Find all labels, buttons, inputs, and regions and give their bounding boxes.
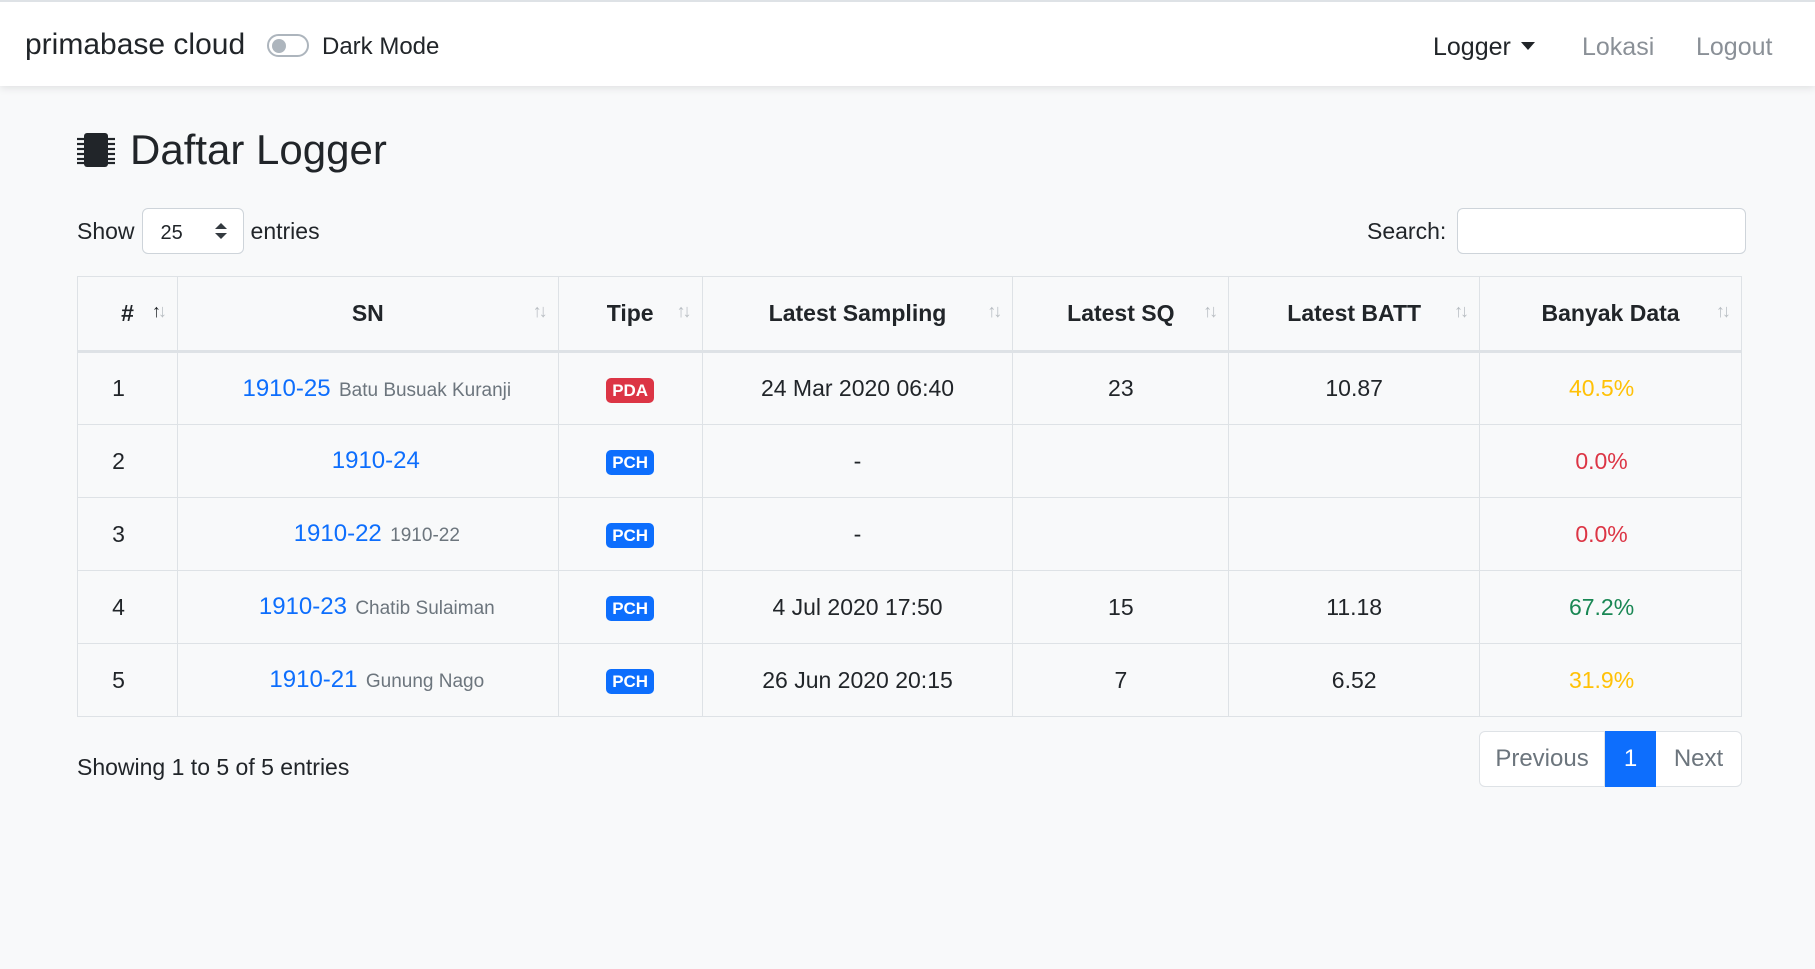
latest-batt — [1228, 497, 1481, 571]
row-number: 5 — [77, 643, 178, 717]
banyak-data-pct: 0.0% — [1479, 497, 1742, 571]
pagination: Previous 1 Next — [1479, 731, 1742, 787]
latest-sq: 7 — [1012, 643, 1230, 717]
sort-icon: ↑↓ — [1454, 301, 1469, 321]
column-header-tipe[interactable]: Tipe ↑↓ — [557, 276, 703, 353]
toggle-knob — [272, 39, 286, 53]
sn-cell: 1910-25 Batu Busuak Kuranji — [176, 351, 559, 425]
tipe-cell: PCH — [557, 424, 703, 498]
nav-logger-dropdown[interactable]: Logger — [1433, 33, 1535, 62]
nav-logout[interactable]: Logout — [1696, 33, 1772, 62]
table-row: 2 1910-24 PCH - 0.0% — [77, 424, 1742, 498]
page-title: Daftar Logger — [76, 124, 387, 176]
table-row: 3 1910-22 1910-22 PCH - 0.0% — [77, 497, 1742, 571]
latest-batt: 10.87 — [1228, 351, 1481, 425]
previous-page-button[interactable]: Previous — [1479, 731, 1605, 787]
sort-icon: ↑↓ — [532, 301, 548, 321]
row-number: 2 — [77, 424, 178, 498]
column-header-banyak-data[interactable]: Banyak Data ↑↓ — [1479, 276, 1742, 353]
tipe-cell: PDA — [557, 351, 703, 425]
tipe-cell: PCH — [557, 497, 703, 571]
latest-sampling: - — [701, 424, 1014, 498]
column-header-latest-sampling[interactable]: Latest Sampling ↑↓ — [701, 276, 1014, 353]
entries-per-page-select[interactable]: 25 — [141, 208, 244, 254]
tipe-badge: PDA — [606, 377, 655, 403]
table-body: 1 1910-25 Batu Busuak Kuranji PDA 24 Mar… — [77, 351, 1742, 717]
location-text: 1910-22 — [390, 525, 460, 546]
sn-link[interactable]: 1910-24 — [332, 447, 420, 474]
sn-link[interactable]: 1910-25 — [242, 375, 330, 402]
row-number: 4 — [77, 570, 178, 644]
sort-icon: ↑↓ — [1203, 301, 1218, 321]
tipe-badge: PCH — [606, 669, 655, 694]
location-text: Batu Busuak Kuranji — [338, 379, 512, 401]
nav-lokasi[interactable]: Lokasi — [1582, 33, 1654, 62]
tipe-badge: PCH — [606, 450, 655, 475]
sort-asc-icon: ↑↓ — [151, 301, 167, 321]
column-header-sn[interactable]: SN ↑↓ — [176, 276, 559, 353]
table-row: 4 1910-23 Chatib Sulaiman PCH 4 Jul 2020… — [77, 570, 1742, 644]
sn-link[interactable]: 1910-21 — [269, 666, 357, 693]
latest-sampling: 24 Mar 2020 06:40 — [701, 351, 1014, 425]
latest-sampling: - — [701, 497, 1014, 571]
latest-sampling: 4 Jul 2020 17:50 — [701, 570, 1014, 644]
latest-batt — [1228, 424, 1481, 498]
length-prefix: Show — [77, 217, 135, 244]
table-header: # ↑↓ SN ↑↓ Tipe ↑↓ Latest Sampling ↑↓ Latest… — [77, 276, 1742, 353]
banyak-data-pct: 31.9% — [1479, 643, 1742, 717]
page-heading: Daftar Logger — [130, 126, 387, 173]
sort-icon: ↑↓ — [676, 301, 692, 321]
select-arrows-icon — [214, 223, 227, 241]
row-number: 3 — [77, 497, 178, 571]
navbar: primabase cloud Dark Mode Logger Lokasi … — [0, 0, 1815, 86]
table-row: 5 1910-21 Gunung Nago PCH 26 Jun 2020 20… — [77, 643, 1742, 717]
latest-batt: 6.52 — [1228, 643, 1481, 717]
row-number: 1 — [77, 351, 178, 425]
latest-sq: 15 — [1012, 570, 1230, 644]
latest-sampling: 26 Jun 2020 20:15 — [701, 643, 1014, 717]
tipe-cell: PCH — [557, 570, 703, 644]
next-page-button[interactable]: Next — [1656, 731, 1742, 787]
latest-sq — [1012, 424, 1230, 498]
sort-icon: ↑↓ — [1716, 301, 1731, 321]
column-header-latest-sq[interactable]: Latest SQ ↑↓ — [1012, 276, 1230, 353]
table-row: 1 1910-25 Batu Busuak Kuranji PDA 24 Mar… — [77, 351, 1742, 425]
search-control: Search: — [1367, 208, 1747, 254]
sort-icon: ↑↓ — [987, 301, 1002, 321]
sn-link[interactable]: 1910-22 — [294, 520, 382, 547]
tipe-badge: PCH — [606, 523, 655, 548]
column-header-latest-batt[interactable]: Latest BATT ↑↓ — [1228, 276, 1481, 353]
sn-cell: 1910-21 Gunung Nago — [176, 643, 559, 717]
tipe-badge: PCH — [606, 596, 655, 621]
sn-link[interactable]: 1910-23 — [259, 593, 347, 620]
page-1-button[interactable]: 1 — [1605, 731, 1656, 787]
banyak-data-pct: 0.0% — [1479, 424, 1742, 498]
sn-cell: 1910-22 1910-22 — [176, 497, 559, 571]
sn-cell: 1910-23 Chatib Sulaiman — [176, 570, 559, 644]
dark-mode-toggle[interactable] — [267, 34, 309, 57]
entries-per-page-value: 25 — [160, 222, 183, 244]
search-label: Search: — [1367, 217, 1447, 244]
length-suffix: entries — [250, 217, 320, 244]
banyak-data-pct: 67.2% — [1479, 570, 1742, 644]
table-info: Showing 1 to 5 of 5 entries — [77, 754, 350, 780]
column-header-no[interactable]: # ↑↓ — [77, 276, 178, 353]
banyak-data-pct: 40.5% — [1479, 351, 1742, 425]
logger-table: # ↑↓ SN ↑↓ Tipe ↑↓ Latest Sampling ↑↓ Latest… — [77, 276, 1742, 717]
search-input[interactable] — [1457, 208, 1747, 254]
sn-cell: 1910-24 — [176, 424, 559, 498]
nav-logger-label: Logger — [1433, 33, 1511, 61]
caret-down-icon — [1520, 42, 1535, 50]
location-text: Chatib Sulaiman — [355, 598, 495, 619]
tipe-cell: PCH — [557, 643, 703, 717]
entries-length-control: Show 25 entries — [77, 208, 320, 254]
latest-sq: 23 — [1012, 351, 1230, 425]
chip-icon — [77, 133, 115, 167]
latest-sq — [1012, 497, 1230, 571]
dark-mode-label[interactable]: Dark Mode — [322, 33, 439, 61]
location-text: Gunung Nago — [365, 671, 485, 692]
brand[interactable]: primabase cloud — [25, 28, 245, 62]
latest-batt: 11.18 — [1228, 570, 1481, 644]
